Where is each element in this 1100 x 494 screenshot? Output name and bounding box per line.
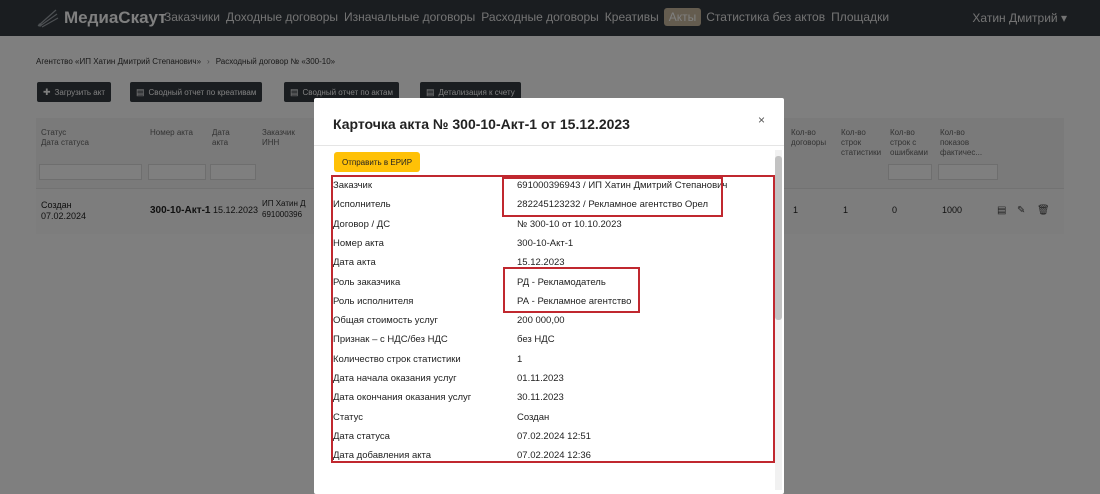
modal-scrollbar-thumb[interactable]: [775, 156, 782, 320]
close-icon[interactable]: ×: [758, 113, 765, 127]
highlight-roles-box: [503, 267, 640, 313]
highlight-all-fields-box: [331, 175, 775, 463]
highlight-parties-box: [502, 177, 723, 217]
modal-title: Карточка акта № 300-10-Акт-1 от 15.12.20…: [333, 116, 630, 132]
send-to-erir-button[interactable]: Отправить в ЕРИР: [334, 152, 421, 172]
modal-divider: [314, 145, 784, 146]
